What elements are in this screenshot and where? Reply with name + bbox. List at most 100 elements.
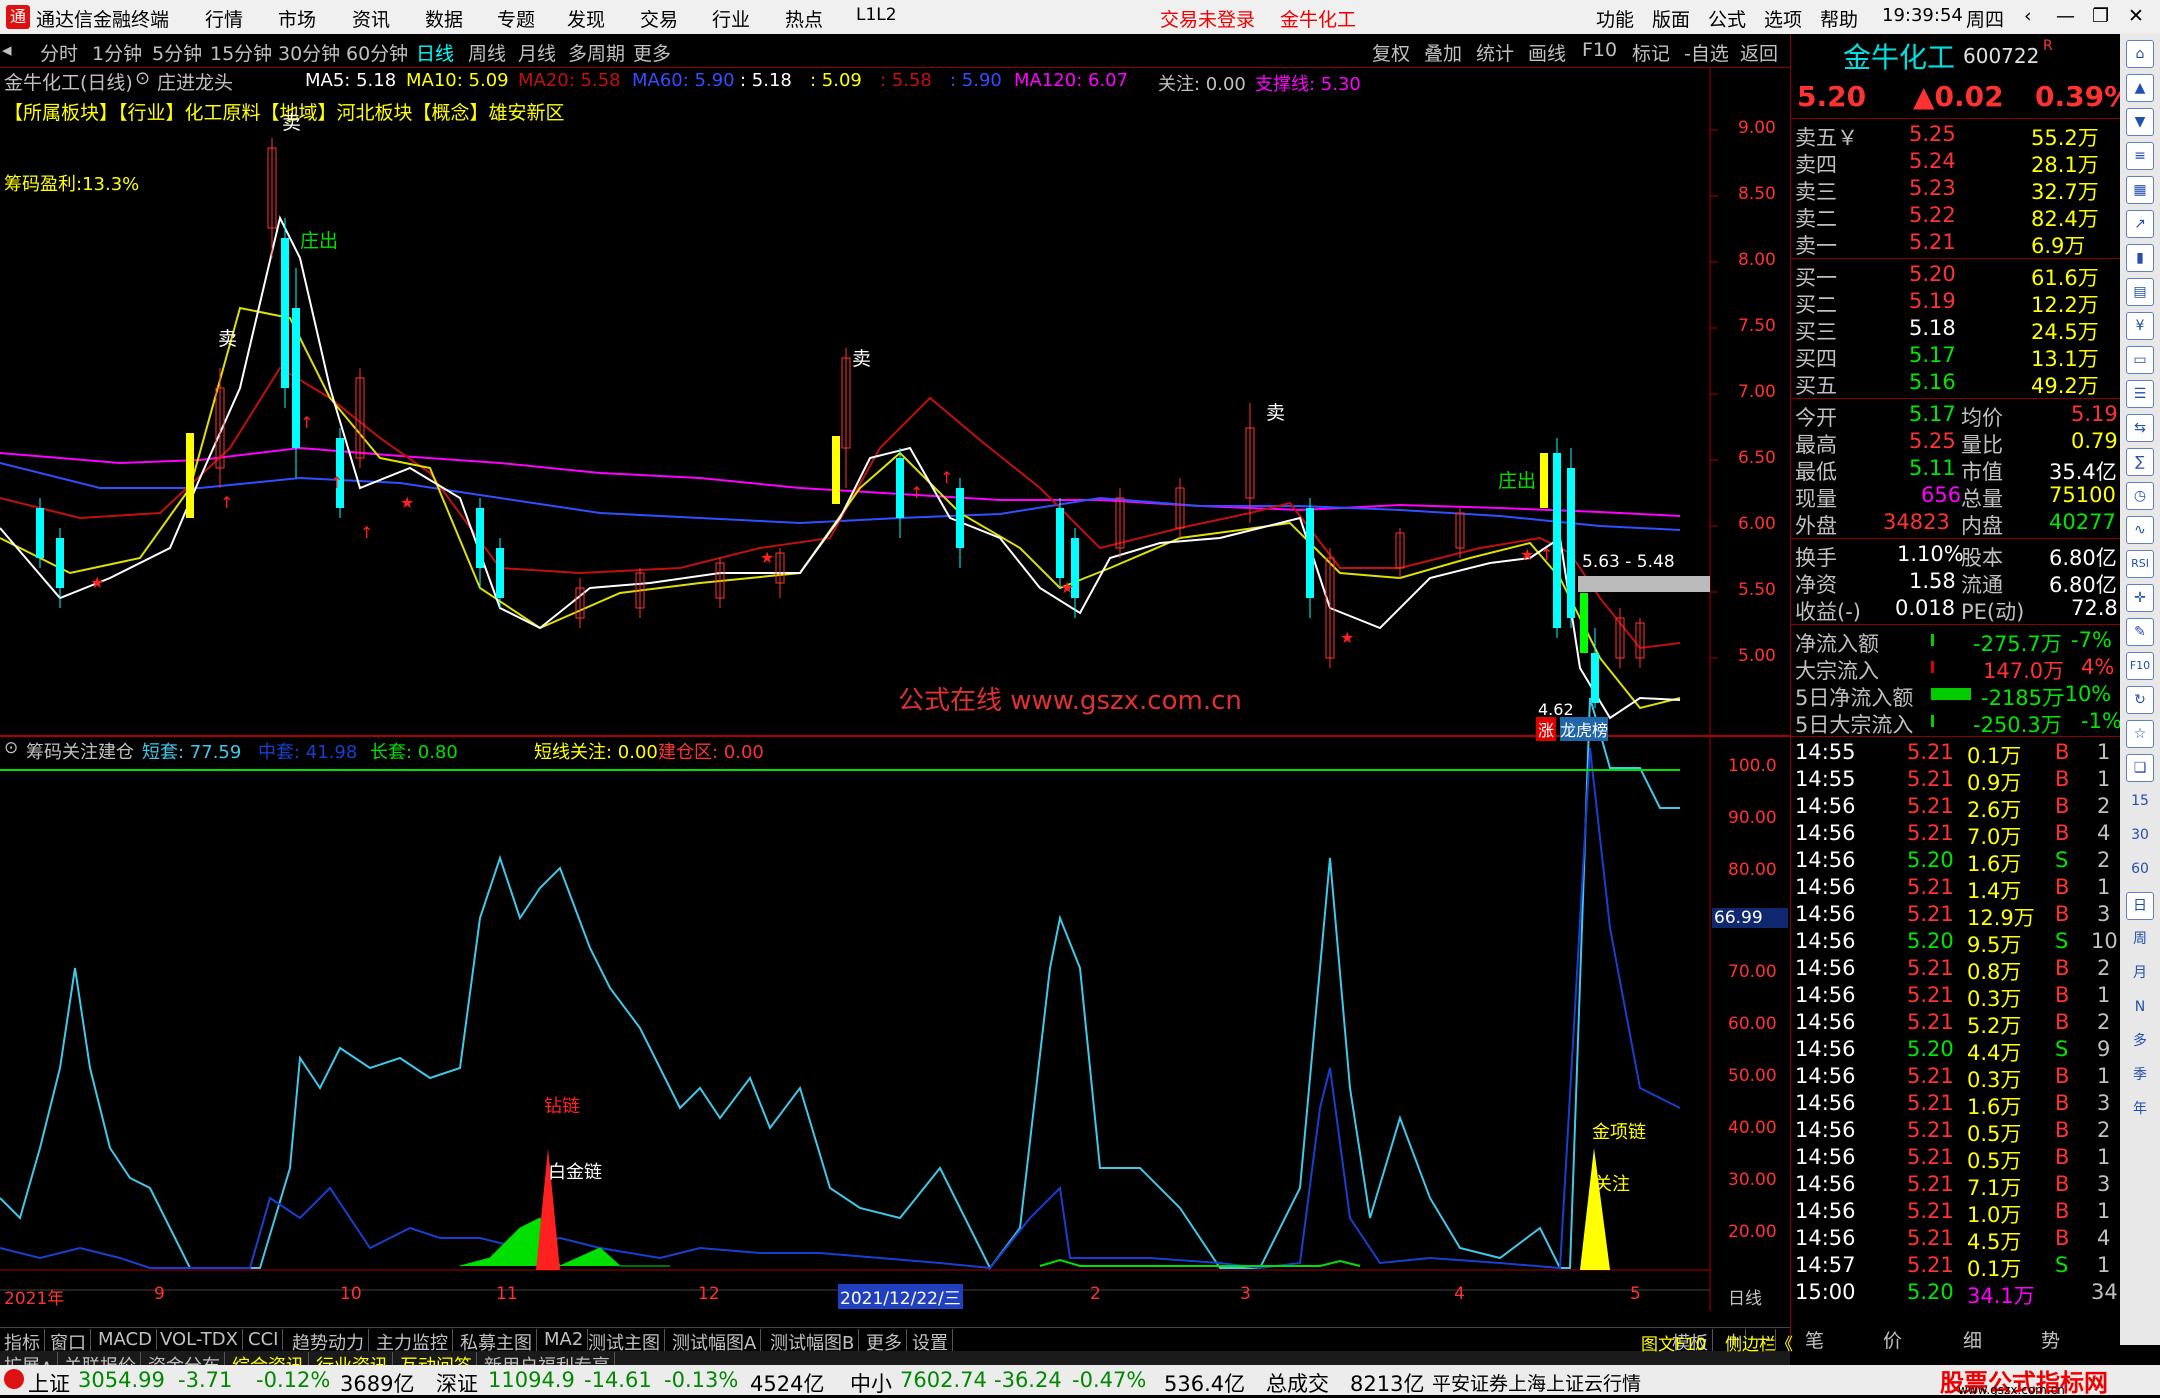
clock-icon[interactable]: ◷ bbox=[2126, 482, 2154, 510]
period-intraday[interactable]: 分时 bbox=[40, 39, 78, 66]
news-icon[interactable]: ☰ bbox=[2126, 380, 2154, 408]
refresh-icon[interactable]: ↻ bbox=[2126, 686, 2154, 714]
tool-draw[interactable]: 画线 bbox=[1528, 39, 1566, 66]
period-weekly[interactable]: 周线 bbox=[468, 39, 506, 66]
tick-row[interactable]: 14:56 5.21 12.9万 B 3 bbox=[1791, 902, 2121, 930]
period-15min[interactable]: 15分钟 bbox=[210, 39, 272, 66]
calc-icon[interactable]: ∑ bbox=[2126, 448, 2154, 476]
stock-link[interactable]: 金牛化工 bbox=[1280, 5, 1356, 32]
tab-vol[interactable]: VOL-TDX bbox=[156, 1329, 243, 1350]
menu-item-data[interactable]: 数据 bbox=[425, 5, 463, 32]
tick-row[interactable]: 14:56 5.21 0.8万 B 2 bbox=[1791, 956, 2121, 984]
period-more[interactable]: 更多 bbox=[633, 39, 671, 66]
fund-icon[interactable]: ¥ bbox=[2126, 312, 2154, 340]
f10-link[interactable]: 图文F10 bbox=[1641, 1330, 1706, 1355]
l1l2-button[interactable]: L1L2 bbox=[856, 5, 897, 25]
period-multi-icon[interactable]: 多 bbox=[2126, 1028, 2154, 1056]
minimize-icon[interactable]: — bbox=[2056, 5, 2075, 27]
tick-row[interactable]: 14:56 5.20 1.6万 S 2 bbox=[1791, 848, 2121, 876]
ask-row[interactable]: 卖三 5.23 32.7万 bbox=[1791, 176, 2121, 204]
table-icon[interactable]: ▤ bbox=[2126, 278, 2154, 306]
tick-row[interactable]: 14:56 5.21 2.6万 B 2 bbox=[1791, 794, 2121, 822]
collapse-icon[interactable]: ◂ bbox=[2, 39, 12, 61]
chart-area[interactable]: ★ ★ ★ ★ ★ ★ ↑ ↑ ↑ ↑ ↑ ↑ ↑ 金牛化工(日线) ⊙ 庄进龙头 MA5: 5.1… bbox=[0, 68, 1790, 1311]
pen-icon[interactable]: ✎ bbox=[2126, 618, 2154, 646]
menu-item-discover[interactable]: 发现 bbox=[567, 5, 605, 32]
tick-row[interactable]: 14:56 5.20 4.4万 S 9 bbox=[1791, 1037, 2121, 1065]
tick-row[interactable]: 14:56 5.21 0.3万 B 1 bbox=[1791, 983, 2121, 1011]
home-icon[interactable]: ⌂ bbox=[2126, 40, 2154, 68]
tick-row[interactable]: 14:56 5.21 1.6万 B 3 bbox=[1791, 1091, 2121, 1119]
tool-adjust[interactable]: 复权 bbox=[1372, 39, 1410, 66]
tick-row[interactable]: 14:56 5.20 9.5万 S 10 bbox=[1791, 929, 2121, 957]
doc-icon[interactable]: ▭ bbox=[2126, 346, 2154, 374]
tick-row[interactable]: 15:00 5.20 34.1万 34 bbox=[1791, 1280, 2121, 1308]
tick-row[interactable]: 14:55 5.21 0.9万 B 1 bbox=[1791, 767, 2121, 795]
menu-item-topic[interactable]: 专题 bbox=[497, 5, 535, 32]
period-60-icon[interactable]: 60 bbox=[2126, 856, 2154, 884]
tool-mark[interactable]: 标记 bbox=[1632, 39, 1670, 66]
menu-item-hot[interactable]: 热点 bbox=[785, 5, 823, 32]
menu-formula[interactable]: 公式 bbox=[1708, 5, 1746, 32]
tab-trades[interactable]: 笔 bbox=[1805, 1326, 1824, 1353]
period-30min[interactable]: 30分钟 bbox=[278, 39, 340, 66]
tab-cci[interactable]: CCI bbox=[244, 1329, 284, 1350]
tool-watchlist[interactable]: -自选 bbox=[1684, 39, 1729, 66]
sme-index-name[interactable]: 中小 bbox=[850, 1368, 892, 1398]
f10-icon[interactable]: F10 bbox=[2126, 652, 2154, 680]
period-week-icon[interactable]: 周 bbox=[2126, 926, 2154, 954]
ask-row[interactable]: 卖一 5.21 6.9万 bbox=[1791, 230, 2121, 258]
tick-row[interactable]: 14:55 5.21 0.1万 B 1 bbox=[1791, 740, 2121, 768]
period-30-icon[interactable]: 30 bbox=[2126, 822, 2154, 850]
period-quarter-icon[interactable]: 季 bbox=[2126, 1062, 2154, 1090]
rsi-icon[interactable]: RSI bbox=[2126, 550, 2154, 578]
indicator-collapse-icon[interactable]: ⊙ bbox=[4, 738, 18, 758]
ask-row[interactable]: 卖四 5.24 28.1万 bbox=[1791, 149, 2121, 177]
tick-row[interactable]: 14:56 5.21 1.0万 B 1 bbox=[1791, 1199, 2121, 1227]
menu-options[interactable]: 选项 bbox=[1764, 5, 1802, 32]
tool-back[interactable]: 返回 bbox=[1740, 39, 1778, 66]
ask-row[interactable]: 卖五￥ 5.25 55.2万 bbox=[1791, 122, 2121, 150]
down-icon[interactable]: ▼ bbox=[2126, 108, 2154, 136]
period-year-icon[interactable]: 年 bbox=[2126, 1096, 2154, 1124]
tool-stats[interactable]: 统计 bbox=[1476, 39, 1514, 66]
menu-function[interactable]: 功能 bbox=[1596, 5, 1634, 32]
period-1min[interactable]: 1分钟 bbox=[92, 39, 142, 66]
crosshair-icon[interactable]: ✛ bbox=[2126, 584, 2154, 612]
sidebar-toggle[interactable]: 侧边栏《 bbox=[1725, 1330, 1793, 1355]
tab-macd[interactable]: MACD bbox=[94, 1329, 157, 1350]
trend-icon[interactable]: ↗ bbox=[2126, 210, 2154, 238]
period-daily[interactable]: 日线 bbox=[416, 39, 454, 66]
tick-row[interactable]: 14:56 5.21 4.5万 B 4 bbox=[1791, 1226, 2121, 1254]
indicator-name[interactable]: 筹码关注建仓 bbox=[26, 738, 134, 764]
star-icon[interactable]: ☆ bbox=[2126, 720, 2154, 748]
period-month-icon[interactable]: 月 bbox=[2126, 960, 2154, 988]
candle-icon[interactable]: ▮ bbox=[2126, 244, 2154, 272]
tick-row[interactable]: 14:56 5.21 7.0万 B 4 bbox=[1791, 821, 2121, 849]
bid-row[interactable]: 买二 5.19 12.2万 bbox=[1791, 289, 2121, 317]
menu-layout[interactable]: 版面 bbox=[1652, 5, 1690, 32]
chart-canvas[interactable]: ★ ★ ★ ★ ★ ★ ↑ ↑ ↑ ↑ ↑ ↑ ↑ bbox=[0, 68, 1790, 1311]
chart-icon[interactable]: ∿ bbox=[2126, 516, 2154, 544]
period-5min[interactable]: 5分钟 bbox=[152, 39, 202, 66]
tick-row[interactable]: 14:56 5.21 0.5万 B 1 bbox=[1791, 1145, 2121, 1173]
period-n-icon[interactable]: N bbox=[2126, 994, 2154, 1022]
bid-row[interactable]: 买五 5.16 49.2万 bbox=[1791, 370, 2121, 398]
period-monthly[interactable]: 月线 bbox=[518, 39, 556, 66]
list-icon[interactable]: ≡ bbox=[2126, 142, 2154, 170]
compare-icon[interactable]: ⇆ bbox=[2126, 414, 2154, 442]
menu-item-industry[interactable]: 行业 bbox=[712, 5, 750, 32]
up-icon[interactable]: ▲ bbox=[2126, 74, 2154, 102]
layers-icon[interactable]: ❏ bbox=[2126, 754, 2154, 782]
period-multi[interactable]: 多周期 bbox=[568, 39, 625, 66]
tab-detail[interactable]: 细 bbox=[1963, 1326, 1982, 1353]
tool-overlay[interactable]: 叠加 bbox=[1424, 39, 1462, 66]
bid-row[interactable]: 买三 5.18 24.5万 bbox=[1791, 316, 2121, 344]
dragon-tiger-badge[interactable]: 龙虎榜 bbox=[1560, 717, 1609, 741]
tick-row[interactable]: 14:56 5.21 0.3万 B 1 bbox=[1791, 1064, 2121, 1092]
back-icon[interactable]: ‹ bbox=[2024, 5, 2032, 27]
tick-row[interactable]: 14:57 5.21 0.1万 S 1 bbox=[1791, 1253, 2121, 1281]
tool-f10[interactable]: F10 bbox=[1582, 39, 1617, 61]
restore-icon[interactable]: ❐ bbox=[2092, 5, 2109, 27]
menu-item-news[interactable]: 资讯 bbox=[352, 5, 390, 32]
